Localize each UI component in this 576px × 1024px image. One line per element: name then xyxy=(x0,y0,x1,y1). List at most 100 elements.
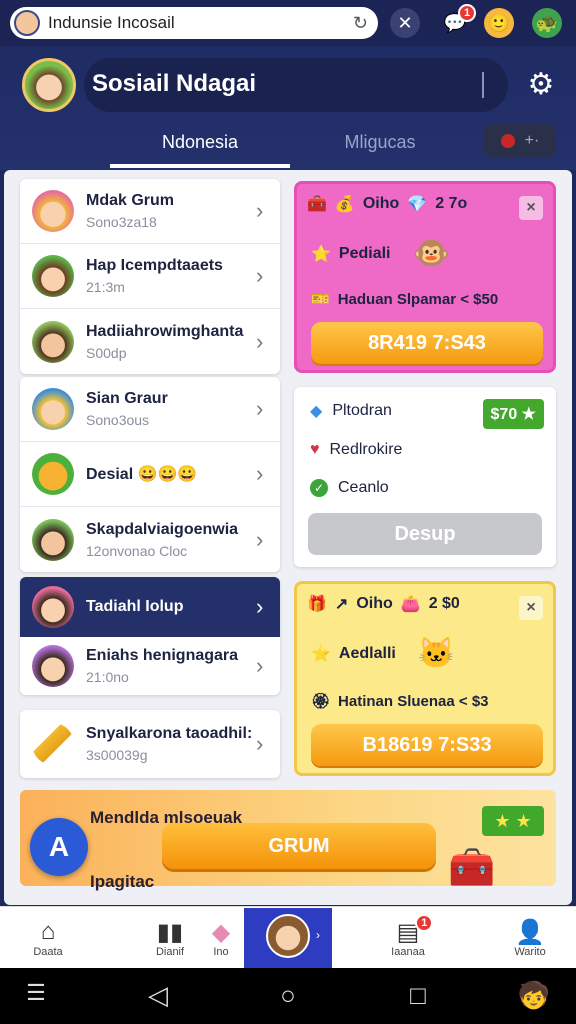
arrow-icon: ↗ xyxy=(334,596,349,613)
chevron-right-icon: › xyxy=(256,653,264,678)
profile-avatar[interactable] xyxy=(22,58,76,112)
disabled-action-button[interactable]: Desup xyxy=(308,513,542,555)
offer-claim-button[interactable]: B18619 7:S33 xyxy=(311,724,543,766)
checkmark-icon: ✓ xyxy=(310,479,328,497)
offer-card-pink: 🧰 💰 Oiho 💎 2 7o × ⭐ Pediali 🐵 🎫 Haduan Slpa… xyxy=(294,181,556,373)
list-item-selected[interactable]: Tadiahl Iolup › xyxy=(20,577,280,637)
record-icon xyxy=(500,134,515,148)
star-reward-badge: ★ ★ xyxy=(482,806,544,836)
game-avatar-icon[interactable]: 🐢 xyxy=(532,8,562,38)
offer-line-2-text: Hatinan Sluenaa < $3 xyxy=(338,692,489,710)
list-item-name: Snyalkarona taoadhil: xyxy=(86,725,253,742)
chevron-right-icon: › xyxy=(256,263,264,288)
close-tab-icon[interactable]: ✕ xyxy=(390,8,420,38)
avatar xyxy=(32,320,74,363)
nav-item-person[interactable]: 👤 Warito xyxy=(490,908,570,966)
address-text: Indunsie Incosail xyxy=(48,13,175,32)
title-divider xyxy=(482,72,484,98)
list-item-subtitle: 21:3m xyxy=(86,279,125,295)
home-circle-icon[interactable]: ○ xyxy=(268,980,308,1011)
offer-header: 🎁 ↗ Oiho 👛 2 $0 xyxy=(307,594,460,614)
list-item-subtitle: 21:0no xyxy=(86,669,129,685)
list-item-subtitle: Sono3za18 xyxy=(86,214,157,230)
chevron-right-icon: › xyxy=(256,396,264,421)
app-avatar-icon[interactable]: 🧒 xyxy=(514,980,554,1011)
ticket-icon: 🎫 xyxy=(311,291,330,308)
nav-item-partial[interactable]: ◆ Ino xyxy=(196,908,246,966)
person-icon: 👤 xyxy=(515,919,545,946)
tab-ndonesia[interactable]: Ndonesia xyxy=(110,128,290,168)
address-bar[interactable]: Indunsie Incosail ↻ xyxy=(10,7,378,39)
list-item[interactable]: Skapdalviaigoenwia 12onvonao Cloc › xyxy=(20,507,280,572)
coin-icon: 💰 xyxy=(334,196,355,213)
check-line-1-text: Pltodran xyxy=(332,402,392,419)
list-item[interactable]: Desial 😀😀😀 › xyxy=(20,442,280,507)
back-icon[interactable]: ◁ xyxy=(138,980,178,1011)
diamond-icon: ◆ xyxy=(310,403,323,420)
reload-icon[interactable]: ↻ xyxy=(353,13,368,34)
user-avatar-icon[interactable]: 🙂 xyxy=(484,8,514,38)
nav-label: Warito xyxy=(514,946,546,958)
offer-line-1-text: Pediali xyxy=(338,244,391,262)
check-line-3: ✓ Ceanlo xyxy=(310,479,389,497)
close-icon[interactable]: × xyxy=(519,196,543,220)
avatar xyxy=(32,255,74,297)
list-item[interactable]: Eniahs henignagara 21:0no › xyxy=(20,637,280,695)
chevron-right-icon: › xyxy=(256,461,264,486)
list-item[interactable]: Hap Icempdtaaets 21:3m › xyxy=(20,244,280,309)
list-item[interactable]: Mdak Grum Sono3za18 › xyxy=(20,179,280,244)
nav-label: Daata xyxy=(33,946,63,958)
bag-icon: 👛 xyxy=(400,596,421,613)
stack-icon[interactable]: ☰ xyxy=(16,980,56,1006)
offer-head-b: 2 $0 xyxy=(428,595,460,612)
book-icon: ▤ 1 xyxy=(397,914,434,946)
offer-header: 🧰 💰 Oiho 💎 2 7o xyxy=(307,194,467,214)
offer-head-a: Oiho xyxy=(356,595,393,612)
offer-head-b: 2 7o xyxy=(435,195,468,212)
offer-head-a: Oiho xyxy=(362,195,400,212)
recents-icon[interactable]: □ xyxy=(398,980,438,1011)
offer-line-1: ⭐ Pediali 🐵 xyxy=(311,236,450,271)
list-item[interactable]: Snyalkarona taoadhil: 3s00039g › xyxy=(20,710,280,778)
tab-mligucas[interactable]: Mligucas xyxy=(300,128,460,168)
chat-notification-icon[interactable]: 💬 1 xyxy=(440,4,476,38)
nav-item-book[interactable]: ▤ 1 Iaanaa xyxy=(368,908,448,966)
chest-icon: 🧰 xyxy=(307,196,327,213)
list-item-name: Hap Icempdtaaets xyxy=(86,257,223,274)
close-icon[interactable]: × xyxy=(519,596,543,620)
nav-item-home[interactable]: ⌂ Daata xyxy=(8,908,88,966)
list-item[interactable]: Hadiiahrowimghanta S00dp › xyxy=(20,309,280,374)
promo-join-button[interactable]: GRUM xyxy=(162,823,436,869)
gear-icon[interactable]: ⚙ xyxy=(526,70,556,100)
offer-line-2-text: Haduan Slpamar < $50 xyxy=(337,290,499,308)
list-item-name: Sian Graur xyxy=(86,390,168,407)
chevron-right-icon: › xyxy=(316,928,320,942)
list-item-name: Desial 😀😀😀 xyxy=(86,466,198,483)
horn-icon xyxy=(32,723,74,765)
offer-card-yellow: 🎁 ↗ Oiho 👛 2 $0 × ⭐ Aedlalli 🐱 🏵 Hatinan Sl… xyxy=(294,581,556,776)
profile-icon xyxy=(266,914,310,958)
chevron-right-icon: › xyxy=(256,731,264,756)
offer-line-1-text: Aedlalli xyxy=(338,644,396,662)
avatar xyxy=(32,586,74,628)
page-title: Sosiail Ndagai xyxy=(92,70,257,97)
list-item-name: Eniahs henignagara xyxy=(86,647,239,664)
avatar xyxy=(32,190,74,232)
heart-icon: ♥ xyxy=(310,441,320,458)
list-item-name: Mdak Grum xyxy=(86,192,175,209)
chevron-right-icon: › xyxy=(256,328,264,354)
reward-badge: $70 ★ xyxy=(482,399,544,429)
list-item-name: Hadiiahrowimghanta xyxy=(86,322,244,340)
promo-subtitle: Ipagitac xyxy=(90,872,155,891)
treasure-chest-icon: 🧰 xyxy=(448,847,496,889)
floating-action-button[interactable]: A xyxy=(30,818,88,876)
gift-icon: 🎁 xyxy=(307,596,327,613)
avatar xyxy=(32,388,74,430)
offer-claim-button[interactable]: 8R419 7:S43 xyxy=(311,322,543,364)
star-icon: ⭐ xyxy=(311,645,331,663)
list-item[interactable]: Sian Graur Sono3ous › xyxy=(20,377,280,442)
eraser-icon: ◆ xyxy=(211,919,231,946)
list-item-subtitle: S00dp xyxy=(86,344,127,361)
chevron-right-icon: › xyxy=(256,594,264,619)
tab-record-toggle[interactable]: +· xyxy=(484,124,556,158)
